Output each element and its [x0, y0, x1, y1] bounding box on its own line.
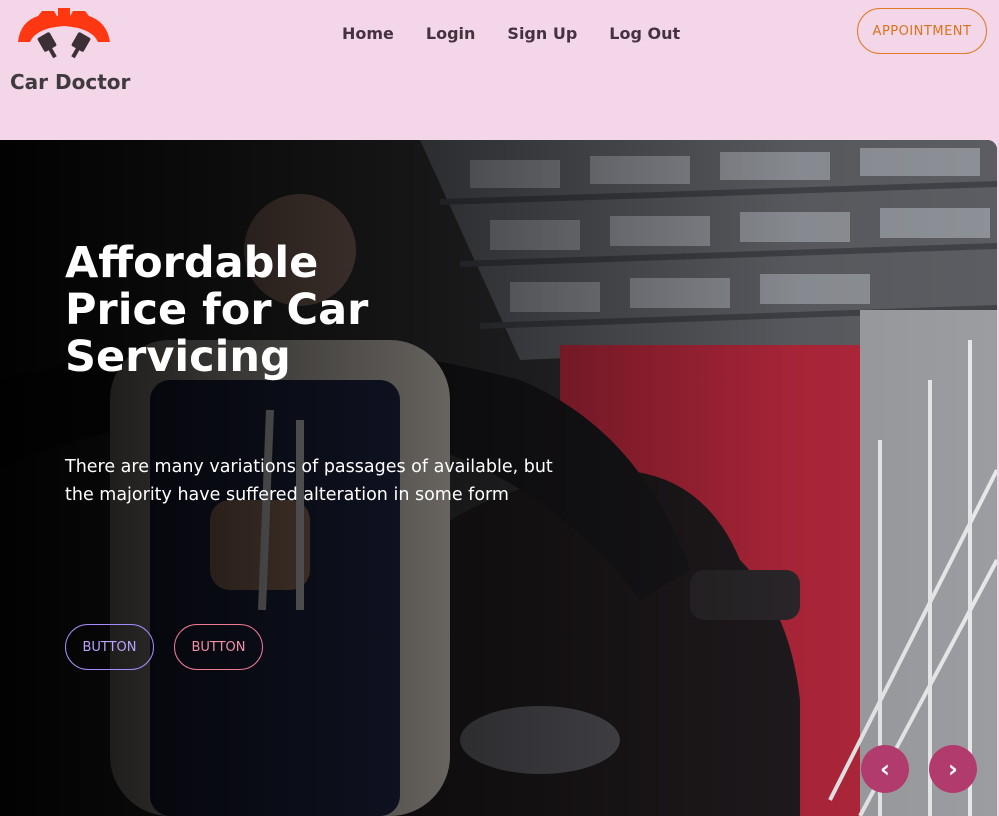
carousel-prev-button[interactable]: ‹	[861, 745, 909, 793]
hero-description-line: There are many variations of passages of…	[65, 457, 553, 477]
nav-log-out[interactable]: Log Out	[609, 24, 680, 43]
nav-sign-up[interactable]: Sign Up	[507, 24, 577, 43]
hero-primary-button[interactable]: BUTTON	[65, 624, 154, 670]
hero-title: Affordable Price for Car Servicing	[65, 240, 405, 381]
brand-name: Car Doctor	[10, 70, 131, 94]
gear-pistons-icon	[18, 8, 110, 59]
main-nav: Home Login Sign Up Log Out	[342, 24, 712, 43]
hero-secondary-button[interactable]: BUTTON	[174, 624, 263, 670]
hero-description-line: the majority have suffered alteration in…	[65, 485, 509, 505]
nav-login[interactable]: Login	[426, 24, 476, 43]
appointment-button[interactable]: APPOINTMENT	[857, 8, 987, 54]
carousel-next-button[interactable]: ›	[929, 745, 977, 793]
hero-title-line: Price for Car	[65, 285, 369, 335]
chevron-left-icon: ‹	[880, 755, 890, 783]
hero-title-line: Affordable	[65, 238, 319, 288]
navbar: Car Doctor Home Login Sign Up Log Out AP…	[0, 0, 999, 140]
hero-title-line: Servicing	[65, 332, 291, 382]
hero-description: There are many variations of passages of…	[65, 453, 565, 509]
nav-home[interactable]: Home	[342, 24, 394, 43]
chevron-right-icon: ›	[948, 755, 958, 783]
logo[interactable]: Car Doctor	[10, 8, 131, 98]
hero-carousel: Affordable Price for Car Servicing There…	[0, 140, 997, 816]
